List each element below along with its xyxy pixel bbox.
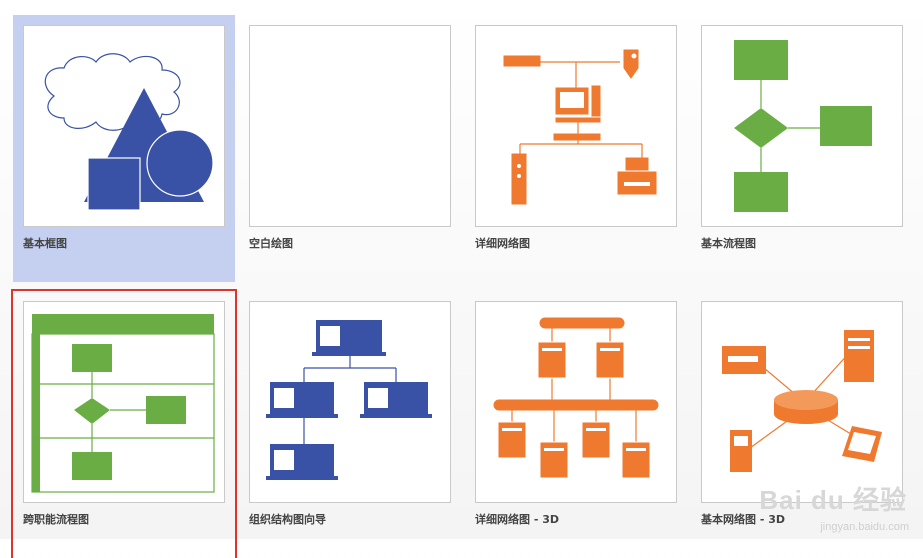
template-basic-flowchart[interactable]: 基本流程图 bbox=[691, 15, 913, 282]
template-detailed-network-3d[interactable]: 详细网络图 - 3D bbox=[465, 291, 687, 558]
template-label: 基本流程图 bbox=[701, 237, 756, 250]
template-label: 跨职能流程图 bbox=[23, 513, 89, 526]
server-network-3d-icon bbox=[493, 317, 659, 479]
template-thumbnail bbox=[475, 301, 677, 503]
template-label: 基本框图 bbox=[23, 237, 67, 250]
watermark-url: jingyan.baidu.com bbox=[820, 521, 909, 533]
swimlane-icon bbox=[31, 314, 215, 493]
template-basic-network-3d[interactable]: 基本网络图 - 3D bbox=[691, 291, 913, 558]
template-label: 空白绘图 bbox=[249, 237, 293, 250]
template-blank-drawing[interactable]: 空白绘图 bbox=[239, 15, 461, 282]
template-thumbnail bbox=[475, 25, 677, 227]
template-thumbnail bbox=[23, 25, 225, 227]
template-thumbnail bbox=[701, 301, 903, 503]
template-cross-functional-flowchart[interactable]: 跨职能流程图 bbox=[11, 289, 237, 558]
network-devices-icon bbox=[503, 49, 657, 205]
org-chart-icon bbox=[266, 320, 432, 480]
template-thumbnail bbox=[249, 301, 451, 503]
template-label: 详细网络图 - 3D bbox=[475, 513, 560, 526]
template-thumbnail bbox=[249, 25, 451, 227]
template-detailed-network[interactable]: 详细网络图 bbox=[465, 15, 687, 282]
template-label: 详细网络图 bbox=[475, 237, 530, 250]
template-basic-block-diagram[interactable]: 基本框图 bbox=[13, 15, 235, 282]
block-shapes-icon bbox=[44, 53, 214, 211]
template-label: 组织结构图向导 bbox=[249, 513, 326, 526]
template-thumbnail bbox=[23, 301, 225, 503]
template-thumbnail bbox=[701, 25, 903, 227]
template-org-chart-wizard[interactable]: 组织结构图向导 bbox=[239, 291, 461, 558]
flowchart-icon bbox=[734, 40, 872, 212]
watermark-logo: Bai du 经验 bbox=[759, 485, 907, 515]
template-gallery: { "templates": [ {"label": "基本框图", "sele… bbox=[0, 0, 923, 558]
hub-network-3d-icon bbox=[722, 330, 882, 472]
